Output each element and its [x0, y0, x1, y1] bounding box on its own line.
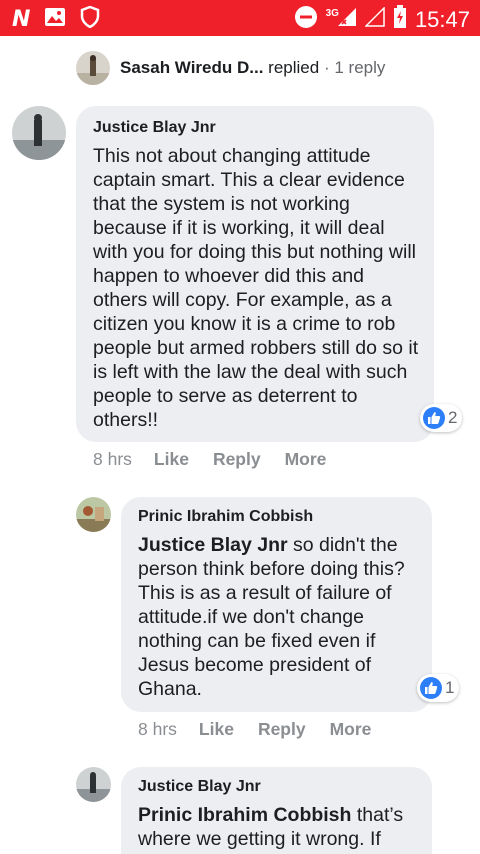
avatar[interactable] [12, 106, 66, 160]
more-button[interactable]: More [285, 449, 327, 470]
avatar[interactable] [76, 767, 111, 802]
reply-button[interactable]: Reply [258, 719, 306, 740]
comment-time: 8 hrs [138, 719, 177, 739]
like-button[interactable]: Like [154, 449, 189, 470]
comment-author[interactable]: Justice Blay Jnr [93, 118, 216, 138]
reaction-count: 2 [448, 408, 458, 427]
reaction-count-badge[interactable]: 1 [417, 674, 460, 702]
news-app-notification-icon: N [12, 6, 31, 32]
reaction-count-badge[interactable]: 2 [420, 404, 463, 432]
thumbs-up-icon [423, 407, 445, 429]
comment-time: 8 hrs [93, 449, 132, 469]
shield-notification-icon [80, 5, 100, 33]
comment-actions: 8 hrs Like Reply More [93, 449, 326, 470]
comment-text: Prinic Ibrahim Cobbish that’s where we g… [138, 803, 423, 851]
signal-empty-icon [364, 6, 385, 32]
signal-icon [337, 7, 357, 32]
reply-count[interactable]: 1 reply [334, 58, 385, 77]
thumbs-up-icon [420, 677, 442, 699]
clock: 15:47 [414, 6, 470, 32]
comment-author[interactable]: Prinic Ibrahim Cobbish [138, 507, 313, 527]
avatar[interactable] [76, 51, 110, 85]
gallery-notification-icon [44, 7, 66, 32]
reply-author-name[interactable]: Sasah Wiredu D... [120, 58, 263, 77]
comment-text: This not about changing attitude captain… [93, 145, 419, 431]
reaction-count: 1 [445, 678, 455, 697]
network-type: 3G [325, 8, 339, 19]
comment-body: so didn't the person think before doing … [138, 534, 405, 700]
reply-button[interactable]: Reply [213, 449, 261, 470]
comment-bubble: Prinic Ibrahim Cobbish Justice Blay Jnr … [121, 497, 432, 712]
reply-action-text: replied [268, 58, 320, 77]
replies-summary[interactable]: Sasah Wiredu D... replied · 1 reply [76, 50, 385, 86]
avatar[interactable] [76, 497, 111, 532]
status-bar: N 3G 15:47 [0, 0, 480, 36]
comment-text: Justice Blay Jnr so didn't the person th… [138, 533, 423, 701]
do-not-disturb-icon [294, 5, 318, 34]
reply-separator: · [323, 58, 330, 77]
mention-link[interactable]: Prinic Ibrahim Cobbish [138, 804, 351, 826]
like-button[interactable]: Like [199, 719, 234, 740]
mention-link[interactable]: Justice Blay Jnr [138, 534, 288, 556]
battery-charging-icon [393, 5, 407, 34]
comment-author[interactable]: Justice Blay Jnr [138, 777, 261, 797]
comment-bubble: Justice Blay Jnr Prinic Ibrahim Cobbish … [121, 767, 432, 854]
comment-actions: 8 hrs Like Reply More [138, 719, 371, 740]
comment-bubble: Justice Blay Jnr This not about changing… [76, 106, 434, 442]
more-button[interactable]: More [330, 719, 372, 740]
